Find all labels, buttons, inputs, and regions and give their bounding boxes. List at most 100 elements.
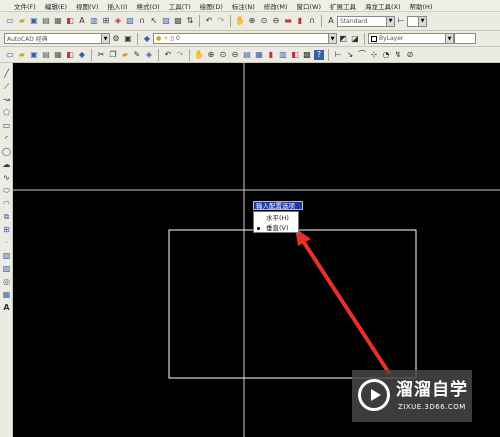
save-icon[interactable]: ▣ xyxy=(29,50,39,60)
3d-dwf-icon[interactable]: ◆ xyxy=(77,50,87,60)
menu-extension-tools[interactable]: 扩展工具 xyxy=(330,1,356,11)
make-current-layer-icon[interactable]: ◩ xyxy=(338,34,348,44)
revision-cloud-icon[interactable]: ☁ xyxy=(1,160,12,170)
zoom-previous-icon[interactable]: ⊖ xyxy=(271,16,281,26)
workspace-settings-icon[interactable]: ⚙ xyxy=(111,34,121,44)
layer-manager-icon[interactable]: ◆ xyxy=(142,34,152,44)
properties-icon[interactable]: ▤ xyxy=(242,50,252,60)
linetype-select[interactable] xyxy=(454,33,476,44)
block-icon[interactable]: ◈ xyxy=(113,16,123,26)
design-center-icon[interactable]: ▮ xyxy=(295,16,305,26)
match-properties-icon[interactable]: ✎ xyxy=(132,50,142,60)
cut-icon[interactable]: ✂ xyxy=(96,50,106,60)
zoom-realtime-icon[interactable]: ⊕ xyxy=(206,50,216,60)
polyline-icon[interactable]: ↝ xyxy=(1,95,12,105)
menu-file[interactable]: 文件(F) xyxy=(14,1,36,11)
snap-radius-icon[interactable]: ◔ xyxy=(381,50,391,60)
undo-icon[interactable]: ↶ xyxy=(204,16,214,26)
markup-icon[interactable]: ◧ xyxy=(290,50,300,60)
copy-icon[interactable]: ❐ xyxy=(108,50,118,60)
menu-insert[interactable]: 插入(I) xyxy=(108,1,128,11)
help-icon[interactable]: ? xyxy=(314,49,324,60)
menu-help[interactable]: 帮助(H) xyxy=(410,1,433,11)
snap-ordinate-icon[interactable]: ⊹ xyxy=(369,50,379,60)
snap-linear-icon[interactable]: ⊢ xyxy=(333,50,343,60)
menu-modify[interactable]: 修改(M) xyxy=(264,1,288,11)
workspace-save-icon[interactable]: ▣ xyxy=(123,34,133,44)
block-editor-icon[interactable]: ◈ xyxy=(144,50,154,60)
polygon-icon[interactable]: ⬠ xyxy=(1,108,12,118)
ellipse-icon[interactable]: ⬭ xyxy=(1,186,12,196)
open-file-icon[interactable]: ▰ xyxy=(17,16,27,26)
pan-icon[interactable]: ✋ xyxy=(235,16,245,26)
snap-aligned-icon[interactable]: ↘ xyxy=(345,50,355,60)
chevron-down-icon[interactable]: ▼ xyxy=(445,34,453,43)
chevron-down-icon[interactable]: ▼ xyxy=(418,16,426,26)
option-vertical[interactable]: 垂直(V) xyxy=(254,223,298,233)
menu-format[interactable]: 格式(O) xyxy=(137,1,160,11)
zoom-previous-icon[interactable]: ⊖ xyxy=(230,50,240,60)
pan-icon[interactable]: ✋ xyxy=(194,50,204,60)
text-icon[interactable]: A xyxy=(77,16,87,26)
gradient-icon[interactable]: ▨ xyxy=(1,264,12,274)
make-block-icon[interactable]: ⊞ xyxy=(1,225,12,235)
layer-previous-icon[interactable]: ◪ xyxy=(350,34,360,44)
layer-tool-icon[interactable]: ▧ xyxy=(125,16,135,26)
sheet-set-icon[interactable]: ▥ xyxy=(278,50,288,60)
print-icon[interactable]: ▤ xyxy=(41,16,51,26)
multiline-text-icon[interactable]: A xyxy=(1,303,12,313)
menu-draw[interactable]: 绘图(D) xyxy=(200,1,223,11)
print-icon[interactable]: ▤ xyxy=(41,50,51,60)
ellipse-arc-icon[interactable]: ◠ xyxy=(1,199,12,209)
menu-tools[interactable]: 工具(T) xyxy=(169,1,191,11)
paste-icon[interactable]: ▰ xyxy=(120,50,130,60)
color-select[interactable]: ByLayer ▼ xyxy=(368,33,454,44)
point-icon[interactable]: · xyxy=(1,238,12,248)
layer-select[interactable]: ● ☀ ▯ 0 ▼ xyxy=(153,33,337,44)
menu-hailong-tools[interactable]: 海龙工具(X) xyxy=(365,1,401,11)
zoom-realtime-icon[interactable]: ⊕ xyxy=(247,16,257,26)
arc-icon[interactable]: ◜ xyxy=(1,134,12,144)
zoom-window-icon[interactable]: ⊙ xyxy=(218,50,228,60)
plot-preview-icon[interactable]: ▦ xyxy=(53,50,63,60)
zoom-window-icon[interactable]: ⊙ xyxy=(259,16,269,26)
construction-line-icon[interactable]: ⟋ xyxy=(1,82,12,92)
publish-icon[interactable]: ◧ xyxy=(65,50,75,60)
image-icon[interactable]: ▩ xyxy=(173,16,183,26)
table-icon[interactable]: ▥ xyxy=(89,16,99,26)
menu-window[interactable]: 窗口(W) xyxy=(296,1,321,11)
dim-style-select[interactable]: ▼ xyxy=(407,15,427,27)
plot-preview-icon[interactable]: ▦ xyxy=(53,16,63,26)
menu-view[interactable]: 视图(V) xyxy=(76,1,99,11)
new-file-icon[interactable]: ▭ xyxy=(5,16,15,26)
option-horizontal[interactable]: 水平(H) xyxy=(254,213,298,223)
spline-icon[interactable]: ∿ xyxy=(1,173,12,183)
text-style-select[interactable]: Standard ▼ xyxy=(337,15,395,27)
dimension-icon[interactable]: ⊞ xyxy=(101,16,111,26)
tool-palette-icon[interactable]: ∩ xyxy=(307,16,317,26)
curve-icon[interactable]: ∩ xyxy=(137,16,147,26)
workspace-select[interactable]: AutoCAD 经典 ▼ xyxy=(4,33,110,44)
redo-icon[interactable]: ↷ xyxy=(175,50,185,60)
flip-icon[interactable]: ⇅ xyxy=(185,16,195,26)
chevron-down-icon[interactable]: ▼ xyxy=(101,34,109,43)
redo-icon[interactable]: ↷ xyxy=(216,16,226,26)
chevron-down-icon[interactable]: ▼ xyxy=(386,16,394,26)
hatch-icon[interactable]: ▧ xyxy=(1,251,12,261)
save-icon[interactable]: ▣ xyxy=(29,16,39,26)
tool-palette-icon[interactable]: ▮ xyxy=(266,50,276,60)
menu-edit[interactable]: 编辑(E) xyxy=(45,1,67,11)
snap-jogged-icon[interactable]: ↯ xyxy=(393,50,403,60)
new-file-icon[interactable]: ▭ xyxy=(5,50,15,60)
undo-icon[interactable]: ↶ xyxy=(163,50,173,60)
circle-icon[interactable]: ◯ xyxy=(1,147,12,157)
menu-dimension[interactable]: 标注(N) xyxy=(232,1,255,11)
open-file-icon[interactable]: ▰ xyxy=(17,50,27,60)
snap-arc-icon[interactable]: ⌒ xyxy=(357,50,367,60)
properties-icon[interactable]: ▬ xyxy=(283,16,293,26)
table-icon[interactable]: ▦ xyxy=(1,290,12,300)
rectangle-icon[interactable]: ▭ xyxy=(1,121,12,131)
hatch-icon[interactable]: ▨ xyxy=(161,16,171,26)
publish-icon[interactable]: ◧ xyxy=(65,16,75,26)
insert-block-icon[interactable]: ⧉ xyxy=(1,212,12,222)
